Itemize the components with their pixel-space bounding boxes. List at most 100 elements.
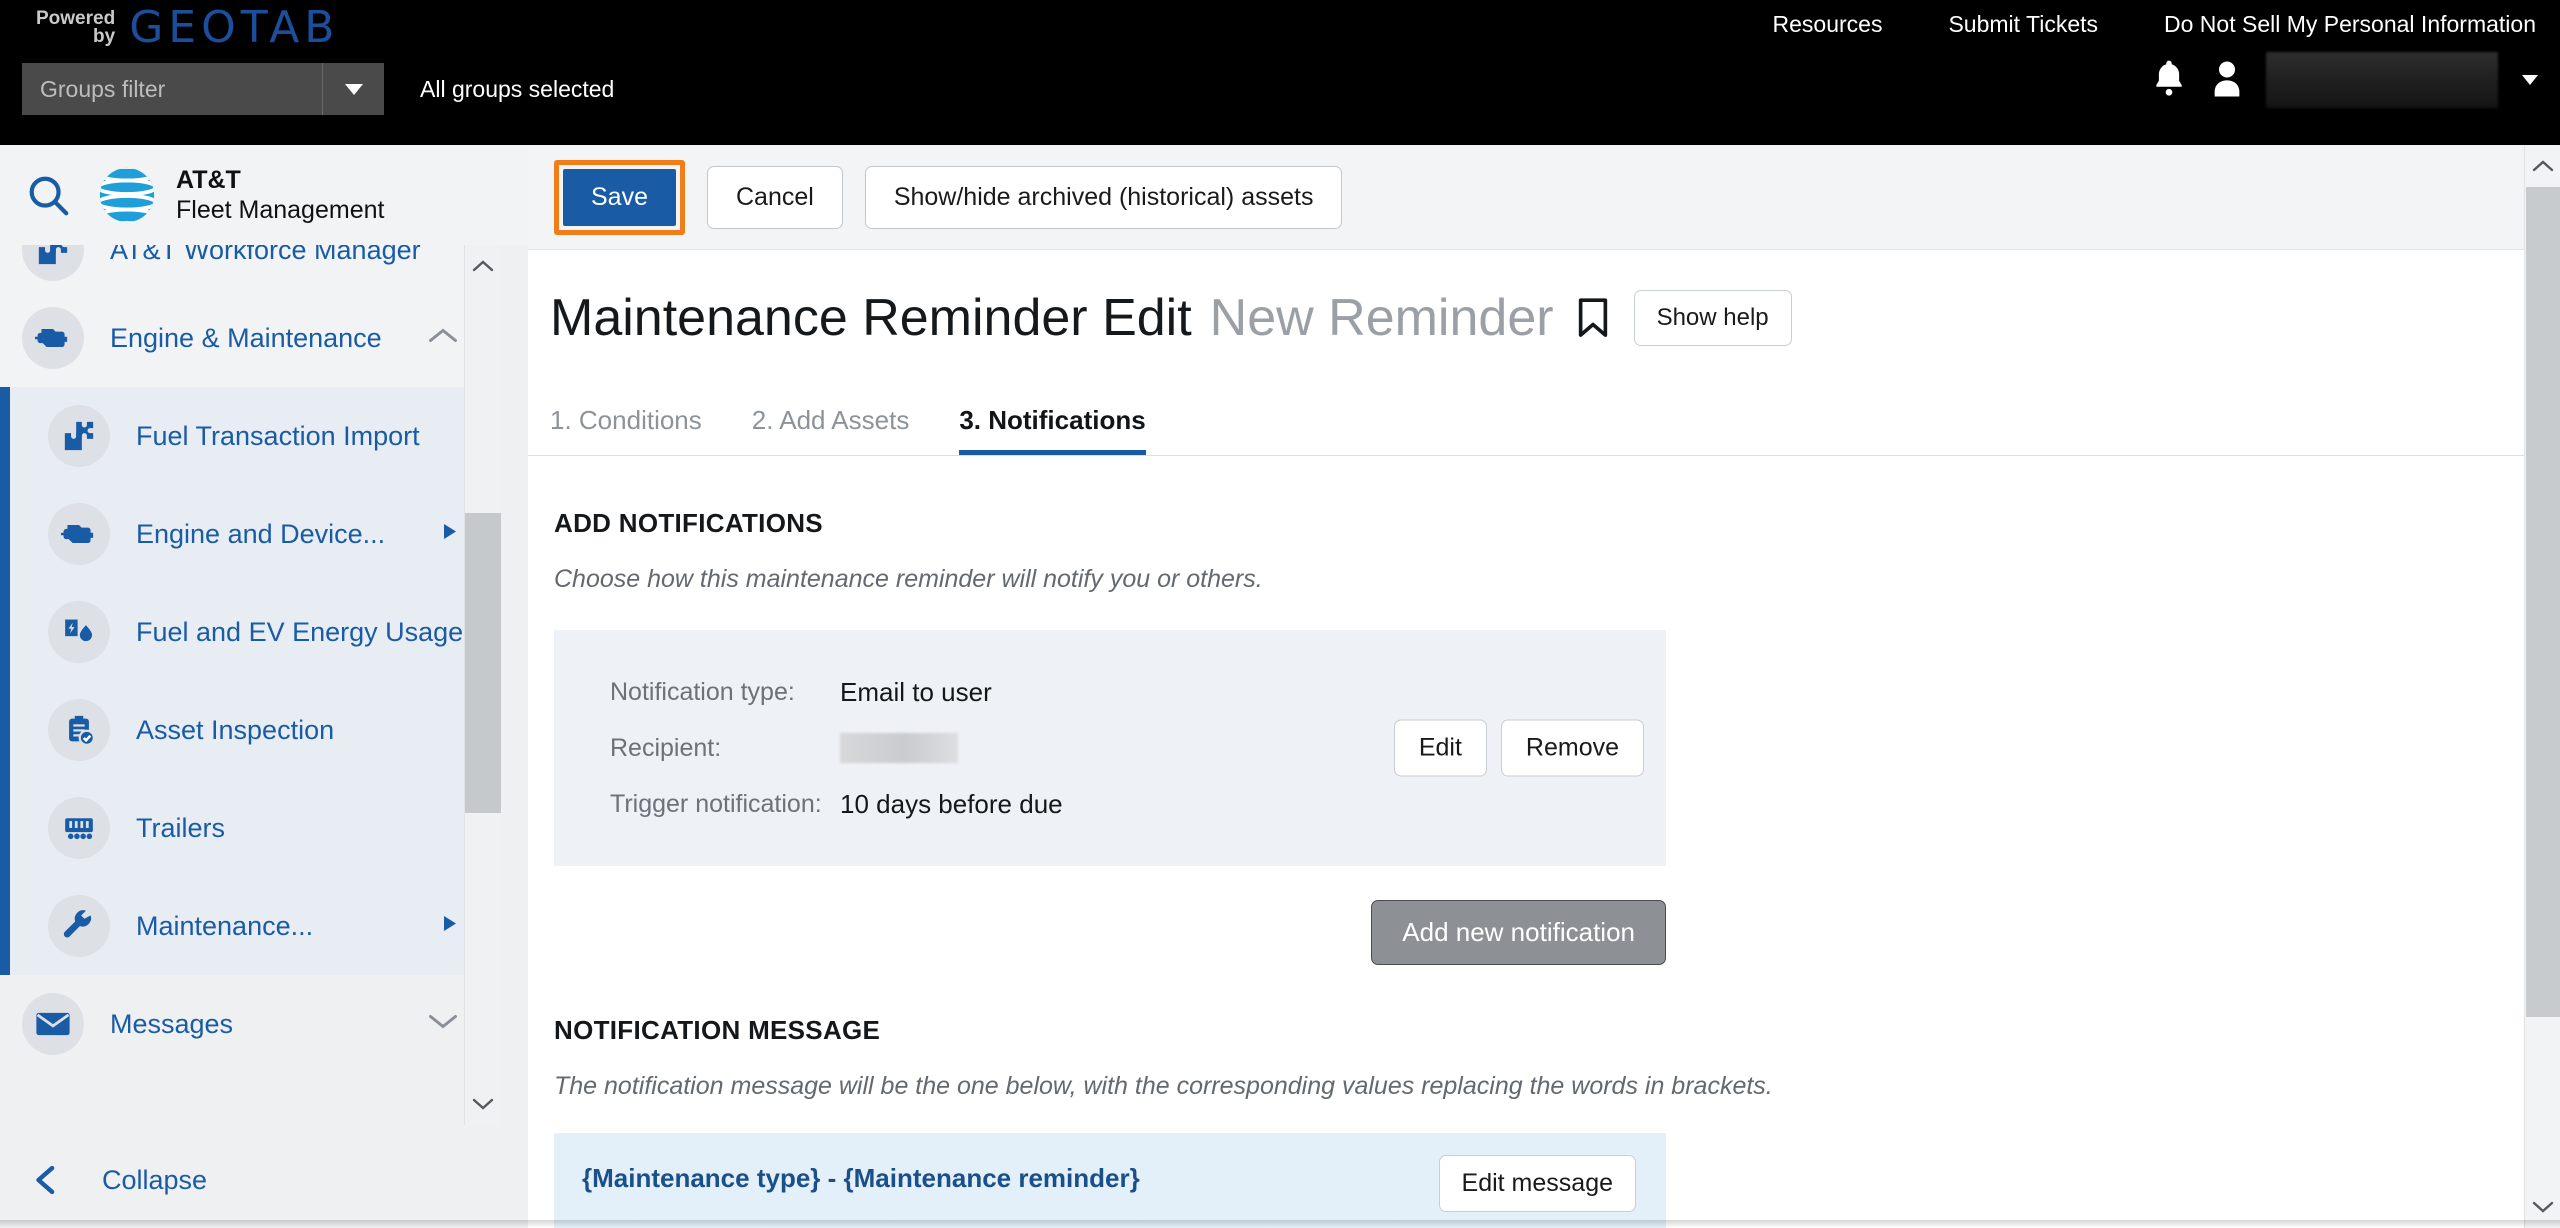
groups-filter-dropdown-button[interactable] (322, 63, 384, 115)
page-title: Maintenance Reminder Edit (550, 289, 1192, 347)
sidebar-item-maintenance[interactable]: Maintenance... (10, 877, 500, 975)
chevron-down-icon (344, 83, 363, 95)
sidebar-item-fuel-and-ev-energy-usage[interactable]: Fuel and EV Energy Usage (10, 583, 500, 681)
sidebar-item-label: Fuel Transaction Import (136, 420, 420, 451)
main-scrollbar[interactable] (2524, 145, 2560, 1228)
brand-line-2: Fleet Management (176, 196, 385, 224)
wizard-tabs: 1. Conditions 2. Add Assets 3. Notificat… (528, 382, 2560, 456)
groups-filter-input[interactable]: Groups filter (22, 76, 322, 103)
engine-icon (48, 503, 110, 565)
scroll-down-arrow-icon[interactable] (465, 1083, 501, 1125)
edit-notification-button[interactable]: Edit (1393, 719, 1487, 777)
top-nav-links: Resources Submit Tickets Do Not Sell My … (1773, 0, 2536, 48)
trigger-notification-value: 10 days before due (840, 788, 1063, 819)
notification-type-value: Email to user (840, 676, 992, 707)
sidebar-item-messages[interactable]: Messages (0, 975, 500, 1073)
sidebar-collapse-button[interactable]: Collapse (0, 1132, 500, 1228)
main-scrollbar-thumb[interactable] (2526, 187, 2560, 1017)
sidebar-scrollbar[interactable] (464, 245, 501, 1125)
powered-by-line1: Powered (36, 7, 116, 29)
notification-message-heading: NOTIFICATION MESSAGE (554, 1015, 881, 1045)
sidebar-header: AT&T Fleet Management (0, 145, 528, 245)
add-notifications-description: Choose how this maintenance reminder wil… (554, 565, 1263, 593)
sidebar-item-engine-and-device[interactable]: Engine and Device... (10, 485, 500, 583)
add-new-notification-button[interactable]: Add new notification (1371, 900, 1666, 965)
sidebar-item-trailers[interactable]: Trailers (10, 779, 500, 877)
notification-row-trigger: Trigger notification: 10 days before due (610, 776, 1626, 832)
sidebar-scrollbar-thumb[interactable] (465, 513, 501, 813)
tab-conditions[interactable]: 1. Conditions (550, 405, 702, 455)
sidebar-item-att-workforce-manager[interactable]: AT&T Workforce Manager (0, 245, 500, 289)
remove-notification-button[interactable]: Remove (1500, 719, 1644, 777)
sidebar-subnav: Fuel Transaction Import Engine and Devic… (0, 387, 500, 975)
sidebar-search-button[interactable] (0, 145, 96, 245)
top-right-controls (2150, 52, 2538, 108)
account-name-redacted[interactable] (2266, 52, 2498, 108)
action-toolbar: Save Cancel Show/hide archived (historic… (528, 145, 2560, 250)
att-fleet-brand-text: AT&T Fleet Management (176, 165, 384, 225)
brand-line-1: AT&T (176, 166, 241, 194)
groups-filter-control[interactable]: Groups filter (22, 63, 384, 115)
add-new-notification-row: Add new notification (554, 900, 1666, 965)
notifications-panel: ADD NOTIFICATIONS Choose how this mainte… (528, 456, 2560, 1228)
cancel-button[interactable]: Cancel (706, 165, 843, 229)
nav-link-do-not-sell[interactable]: Do Not Sell My Personal Information (2164, 11, 2536, 38)
clipboard-check-icon (48, 699, 110, 761)
puzzle-icon (22, 245, 84, 281)
notification-message-section: NOTIFICATION MESSAGE The notification me… (554, 1015, 2560, 1228)
geotab-wordmark: GEOTAB (129, 2, 340, 53)
page-header: Maintenance Reminder Edit New Reminder S… (528, 250, 2560, 382)
powered-by-text: Powered by (36, 7, 116, 47)
scroll-down-arrow-icon[interactable] (2525, 1186, 2560, 1228)
sidebar-item-fuel-transaction-import[interactable]: Fuel Transaction Import (10, 387, 500, 485)
trigger-notification-label: Trigger notification: (610, 789, 822, 818)
nav-link-resources[interactable]: Resources (1773, 11, 1883, 38)
recipient-label: Recipient: (610, 733, 722, 762)
chevron-right-icon (442, 915, 458, 938)
page-subtitle: New Reminder (1209, 289, 1554, 347)
bell-icon[interactable] (2150, 57, 2188, 104)
edit-message-button[interactable]: Edit message (1438, 1155, 1636, 1212)
powered-by-line2: by (93, 25, 116, 47)
notification-row-type: Notification type: Email to user (610, 664, 1626, 720)
tab-notifications[interactable]: 3. Notifications (959, 405, 1146, 455)
sidebar-item-label: Messages (110, 1008, 234, 1039)
scroll-up-arrow-icon[interactable] (465, 245, 501, 287)
show-help-button[interactable]: Show help (1633, 290, 1792, 346)
sidebar-item-label: Trailers (136, 812, 226, 843)
groups-filter-row: Groups filter All groups selected (22, 63, 614, 115)
fuel-ev-icon (48, 601, 110, 663)
att-globe-icon (99, 167, 155, 223)
show-hide-archived-assets-button[interactable]: Show/hide archived (historical) assets (864, 165, 1343, 229)
notification-message-box: {Maintenance type} - {Maintenance remind… (554, 1133, 1666, 1228)
nav-link-submit-tickets[interactable]: Submit Tickets (1948, 11, 2098, 38)
top-header-bar: Powered by GEOTAB Resources Submit Ticke… (0, 0, 2560, 145)
sidebar-item-label: Engine & Maintenance (110, 322, 382, 353)
chevron-left-icon (36, 1165, 55, 1195)
save-button-highlight: Save (554, 159, 685, 235)
sidebar-item-label: Fuel and EV Energy Usage (136, 616, 464, 647)
person-icon[interactable] (2210, 57, 2244, 104)
puzzle-icon (48, 405, 110, 467)
chevron-up-icon (428, 327, 458, 350)
recipient-value-redacted (840, 733, 958, 763)
att-fleet-brand: AT&T Fleet Management (96, 164, 384, 226)
notification-type-label: Notification type: (610, 677, 795, 706)
search-icon (29, 176, 69, 216)
save-button[interactable]: Save (563, 168, 676, 226)
tab-add-assets[interactable]: 2. Add Assets (752, 405, 910, 455)
scroll-up-arrow-icon[interactable] (2525, 145, 2560, 187)
main-content: Save Cancel Show/hide archived (historic… (528, 145, 2560, 1228)
sidebar-item-label: AT&T Workforce Manager (110, 245, 421, 265)
chevron-down-icon[interactable] (2522, 75, 2538, 85)
sidebar-collapse-label: Collapse (102, 1164, 208, 1195)
sidebar-item-engine-and-maintenance[interactable]: Engine & Maintenance (0, 289, 500, 387)
sidebar-item-asset-inspection[interactable]: Asset Inspection (10, 681, 500, 779)
sidebar-item-label: Maintenance... (136, 910, 314, 941)
geotab-logo: Powered by GEOTAB (36, 2, 339, 53)
engine-icon (22, 307, 84, 369)
chevron-right-icon (442, 523, 458, 546)
notification-card-actions: Edit Remove (1393, 719, 1644, 777)
sidebar-item-label: Asset Inspection (136, 714, 335, 745)
bookmark-icon[interactable] (1576, 298, 1610, 338)
